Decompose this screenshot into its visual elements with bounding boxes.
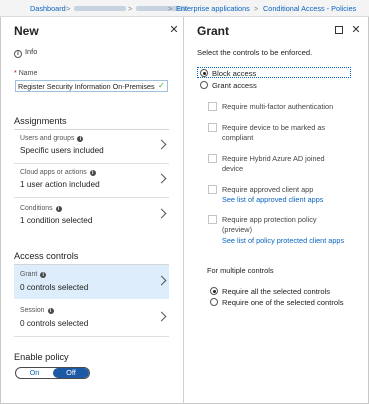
maximize-icon[interactable] <box>333 24 345 36</box>
require-one-radio[interactable] <box>210 298 218 306</box>
breadcrumb-redacted <box>74 6 126 11</box>
info-icon: i <box>40 272 47 278</box>
grant-description: Select the controls to be enforced. <box>197 48 313 57</box>
list-item-label: Grant i <box>20 271 47 278</box>
breadcrumb-separator: > <box>66 4 71 13</box>
info-icon: i <box>89 170 96 176</box>
breadcrumb-dashboard[interactable]: Dashboard <box>30 4 66 13</box>
list-item-label: Conditions i <box>20 205 62 212</box>
block-access-radio[interactable] <box>200 69 208 77</box>
block-access-label: Block access <box>212 69 257 78</box>
approved-apps-link[interactable]: See list of approved client apps <box>222 195 323 204</box>
grant-item[interactable]: Grant i 0 controls selected <box>14 265 169 299</box>
list-item-label: Session i <box>20 307 54 314</box>
session-item[interactable]: Session i 0 controls selected <box>14 301 169 337</box>
new-blade-title: New <box>14 24 39 38</box>
list-item-label: Users and groups i <box>20 135 84 142</box>
app-protection-label: Require app protection policy (preview) <box>222 215 317 234</box>
chevron-right-icon <box>156 311 167 322</box>
compliant-device-label: Require device to be marked as compliant <box>222 123 326 142</box>
enable-policy-toggle[interactable]: On Off <box>15 367 90 379</box>
required-marker: * <box>14 70 17 77</box>
mfa-label: Require multi-factor authentication <box>222 102 334 111</box>
grant-blade-title: Grant <box>197 24 230 38</box>
list-item-label: Cloud apps or actions i <box>20 169 96 176</box>
list-item-value: 0 controls selected <box>20 283 89 292</box>
breadcrumb-separator: > <box>128 4 133 13</box>
multiple-controls-title: For multiple controls <box>207 266 274 275</box>
chevron-right-icon <box>156 173 167 184</box>
info-icon: i <box>55 206 62 212</box>
cloud-apps-item[interactable]: Cloud apps or actions i 1 user action inc… <box>14 164 169 198</box>
close-icon[interactable]: ✕ <box>350 24 362 36</box>
breadcrumb-separator: > <box>254 4 259 13</box>
toggle-off-option[interactable]: Off <box>53 368 89 378</box>
require-all-label: Require all the selected controls <box>222 287 331 296</box>
hybrid-joined-label: Require Hybrid Azure AD joined device <box>222 154 325 173</box>
users-and-groups-item[interactable]: Users and groups i Specific users include… <box>14 130 169 164</box>
row-divider <box>14 336 169 337</box>
info-label: Info <box>25 47 38 56</box>
blade-divider <box>183 17 184 404</box>
breadcrumb-enterprise-applications[interactable]: Enterprise applications <box>176 4 250 13</box>
grant-access-label: Grant access <box>212 81 257 90</box>
list-item-value: 0 controls selected <box>20 319 89 328</box>
approved-app-checkbox[interactable] <box>208 185 217 194</box>
assignments-title: Assignments <box>14 116 67 126</box>
policy-name-input[interactable] <box>15 80 168 92</box>
compliant-device-checkbox[interactable] <box>208 123 217 132</box>
require-one-label: Require one of the selected controls <box>222 298 344 307</box>
require-all-radio[interactable] <box>210 287 218 295</box>
info-icon: i <box>14 50 22 58</box>
chevron-right-icon <box>156 208 167 219</box>
approved-app-label: Require approved client app <box>222 185 314 194</box>
chevron-right-icon <box>156 139 167 150</box>
list-item-value: Specific users included <box>20 146 104 155</box>
toggle-on-option[interactable]: On <box>16 368 53 378</box>
access-controls-title: Access controls <box>14 251 79 261</box>
list-item-value: 1 condition selected <box>20 216 93 225</box>
mfa-checkbox[interactable] <box>208 102 217 111</box>
breadcrumb-separator: > <box>168 4 173 13</box>
grant-access-radio[interactable] <box>200 81 208 89</box>
close-icon[interactable]: ✕ <box>168 24 180 36</box>
info-link[interactable]: i Info <box>14 47 37 58</box>
breadcrumb: Dashboard > > > Enterprise applications … <box>0 0 369 17</box>
name-label-text: Name <box>18 70 38 77</box>
checkmark-icon: ✓ <box>158 81 165 90</box>
app-protection-checkbox[interactable] <box>208 215 217 224</box>
name-field-label: * Name <box>14 70 37 77</box>
enable-policy-title: Enable policy <box>14 352 69 362</box>
chevron-right-icon <box>156 275 167 286</box>
info-icon: i <box>47 308 54 314</box>
hybrid-joined-checkbox[interactable] <box>208 154 217 163</box>
info-icon: i <box>77 136 84 142</box>
breadcrumb-conditional-access[interactable]: Conditional Access - Policies <box>263 4 356 13</box>
conditions-item[interactable]: Conditions i 1 condition selected <box>14 198 169 230</box>
list-item-value: 1 user action included <box>20 180 100 189</box>
protected-apps-link[interactable]: See list of policy protected client apps <box>222 236 344 245</box>
